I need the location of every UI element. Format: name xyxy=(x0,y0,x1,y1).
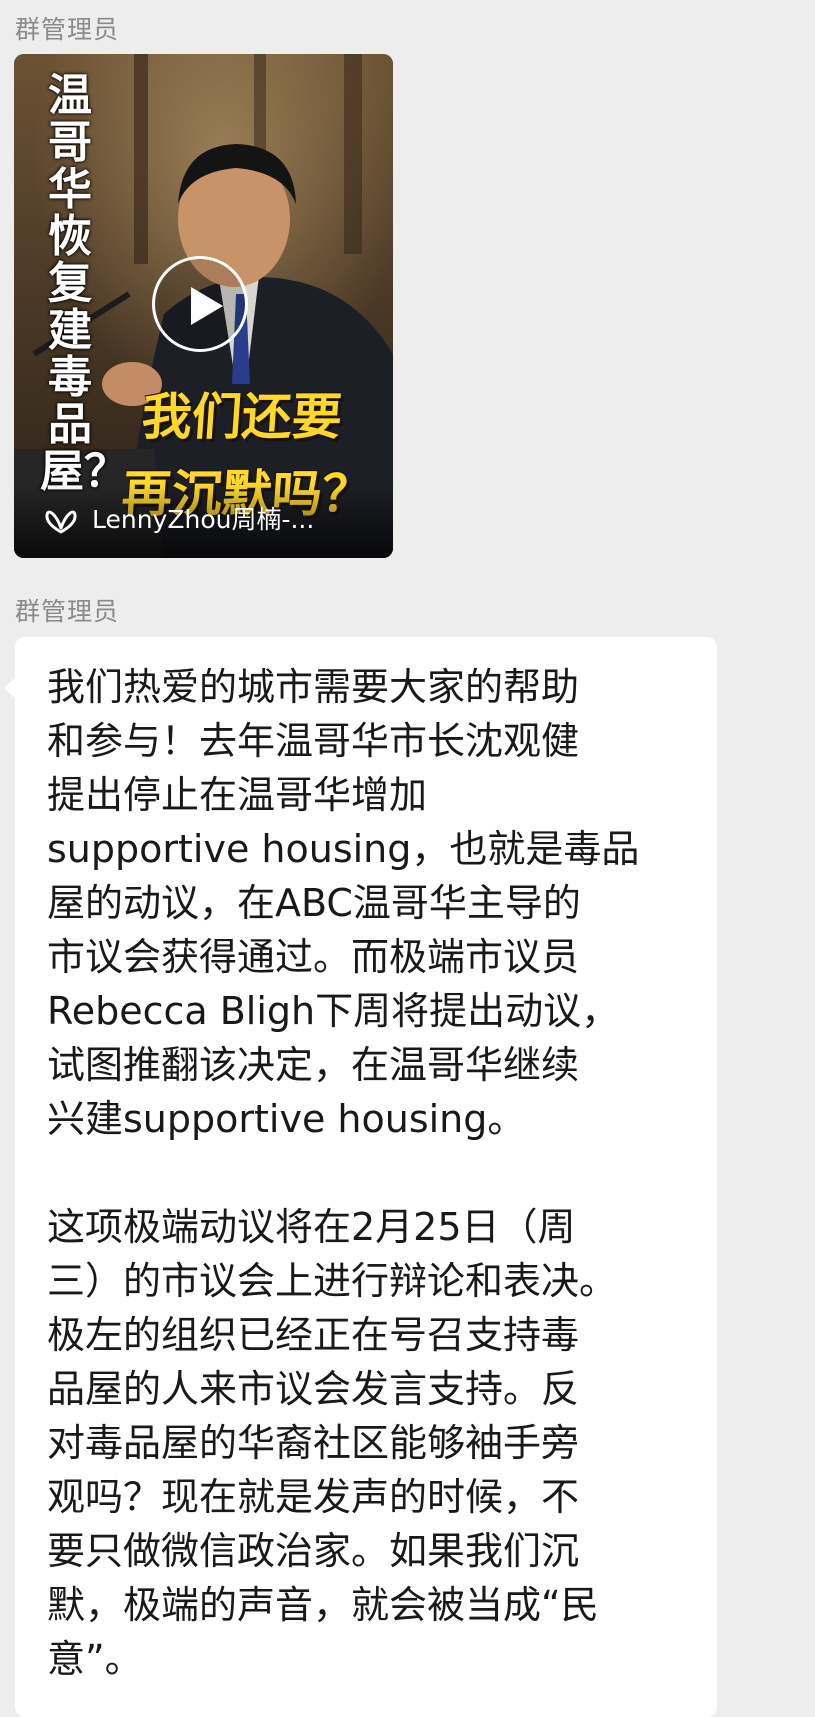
message-line: supportive housing，也就是毒品 xyxy=(47,827,640,871)
message-line: 试图推翻该决定，在温哥华继续 xyxy=(47,1043,580,1087)
message-line: 和参与！去年温哥华市长沈观健 xyxy=(47,719,580,763)
message-line: 观吗？现在就是发声的时候，不 xyxy=(47,1475,580,1519)
message-line: 品屋的人来市议会发言支持。反 xyxy=(47,1367,580,1411)
play-circle-icon[interactable] xyxy=(152,256,248,352)
message-line: 对毒品屋的华裔社区能够袖手旁 xyxy=(47,1421,580,1465)
message-line: 三）的市议会上进行辩论和表决。 xyxy=(47,1259,618,1303)
message-line: 我们热爱的城市需要大家的帮助 xyxy=(47,665,580,709)
message-line: 兴建supportive housing。 xyxy=(47,1097,526,1141)
message-line: 意”。 xyxy=(47,1637,143,1681)
video-channel-name: LennyZhou周楠-... xyxy=(92,505,315,534)
message-line: 这项极端动议将在2月25日（周 xyxy=(47,1205,576,1249)
sender-name: 群管理员 xyxy=(15,15,120,44)
video-message-card[interactable]: 温哥华恢复建毒品屋？ 我们还要 再沉默吗？ LennyZhou周楠-... xyxy=(14,54,393,558)
sender-name: 群管理员 xyxy=(15,597,120,626)
message-line: 提出停止在温哥华增加 xyxy=(47,773,428,817)
message-line: 默，极端的声音，就会被当成“民 xyxy=(47,1583,599,1627)
message-text: 我们热爱的城市需要大家的帮助 和参与！去年温哥华市长沈观健 提出停止在温哥华增加… xyxy=(47,660,697,1686)
video-headline-line1: 我们还要 xyxy=(139,388,345,446)
channels-butterfly-icon xyxy=(45,510,77,534)
message-line: 要只做微信政治家。如果我们沉 xyxy=(47,1529,580,1573)
message-line: 屋的动议，在ABC温哥华主导的 xyxy=(47,881,581,925)
video-vertical-title: 温哥华恢复建毒品屋？ xyxy=(40,70,128,497)
message-line: 极左的组织已经正在号召支持毒 xyxy=(47,1313,580,1357)
message-line: 市议会获得通过。而极端市议员 xyxy=(47,935,580,979)
message-line: Rebecca Bligh下周将提出动议， xyxy=(47,989,620,1033)
